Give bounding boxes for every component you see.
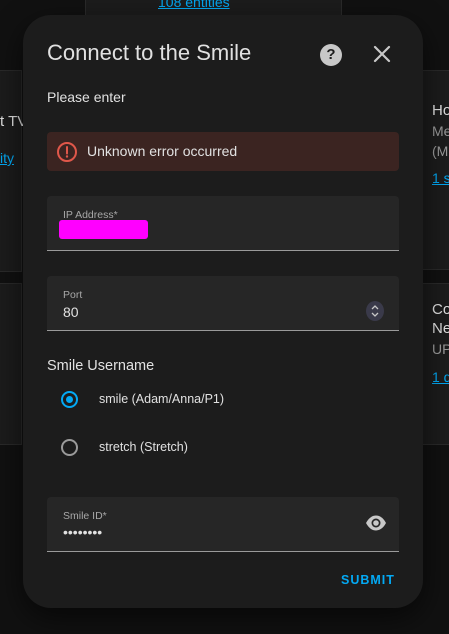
submit-button[interactable]: SUBMIT — [341, 573, 395, 587]
right-card1-sub2: (M — [432, 143, 449, 159]
close-icon[interactable] — [371, 43, 393, 65]
smile-id-field[interactable]: Smile ID* •••••••• — [47, 497, 399, 552]
smile-username-label: Smile Username — [47, 358, 155, 374]
left-card-link[interactable]: ity — [0, 150, 14, 166]
smile-id-value: •••••••• — [63, 524, 103, 540]
smile-id-label: Smile ID* — [63, 510, 107, 522]
port-field[interactable]: Port 80 — [47, 276, 399, 331]
alert-circle-icon — [56, 141, 78, 163]
right-card2-sub: UP — [432, 341, 449, 357]
right-card2-title1: Co — [432, 301, 449, 318]
radio-label-smile: smile (Adam/Anna/P1) — [99, 392, 225, 406]
intro-text: Please enter — [47, 89, 126, 105]
port-value: 80 — [63, 304, 79, 320]
radio-button-smile[interactable] — [61, 391, 78, 408]
port-stepper[interactable] — [366, 301, 384, 321]
background-card-left-2 — [0, 283, 22, 445]
entities-link[interactable]: 108 entities — [158, 0, 230, 10]
eye-icon[interactable] — [365, 514, 387, 532]
dialog-title: Connect to the Smile — [47, 40, 252, 65]
right-card2-title2: Ne — [432, 320, 449, 337]
background-card-left — [0, 70, 22, 272]
right-card1-link[interactable]: 1 s — [432, 170, 449, 186]
error-alert: Unknown error occurred — [47, 132, 399, 171]
right-card2-link[interactable]: 1 d — [432, 369, 449, 385]
radio-option-stretch[interactable]: stretch (Stretch) — [59, 437, 359, 461]
ip-address-redacted-value — [59, 220, 148, 239]
port-label: Port — [63, 289, 83, 301]
radio-button-stretch[interactable] — [61, 439, 78, 456]
help-icon[interactable]: ? — [320, 44, 342, 66]
right-card1-title: Ho — [432, 102, 449, 119]
right-card1-sub1: Me — [432, 123, 449, 139]
radio-option-smile[interactable]: smile (Adam/Anna/P1) — [59, 389, 359, 413]
error-message: Unknown error occurred — [87, 143, 238, 159]
radio-label-stretch: stretch (Stretch) — [99, 440, 188, 454]
connect-dialog: Connect to the Smile ? Please enter Unkn… — [23, 15, 423, 608]
ip-address-field[interactable]: IP Address* — [47, 196, 399, 251]
